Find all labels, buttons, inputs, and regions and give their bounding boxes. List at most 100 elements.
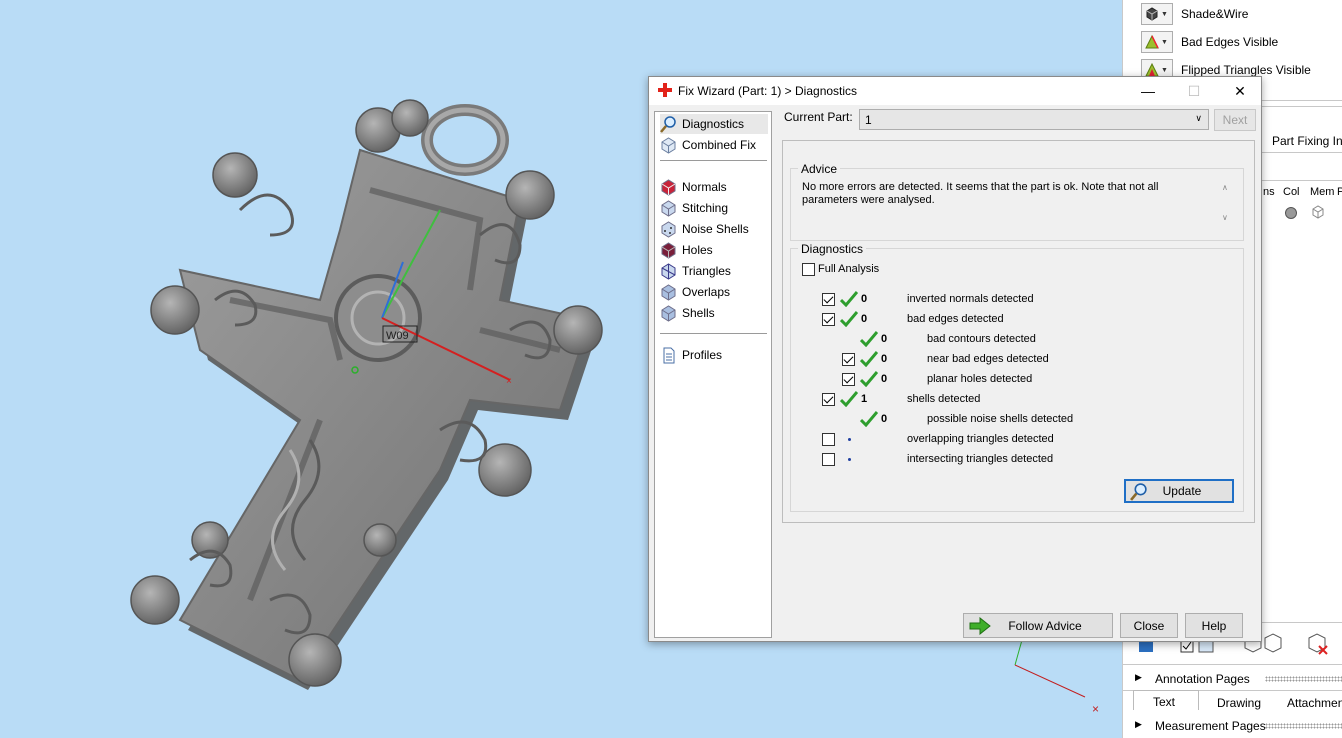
row-count: 0 xyxy=(861,293,868,305)
cube-icon xyxy=(661,136,676,154)
current-part-label: Current Part: xyxy=(784,110,853,124)
viewport-label-tag: W09 xyxy=(386,330,409,342)
dialog-titlebar[interactable]: Fix Wizard (Part: 1) > Diagnostics — ☐ ✕ xyxy=(649,77,1261,105)
nav-item-label: Stitching xyxy=(682,201,729,215)
close-window-button[interactable]: ✕ xyxy=(1217,77,1263,105)
row-label: inverted normals detected xyxy=(907,293,1034,305)
green-check-icon xyxy=(840,311,858,327)
row-count: 0 xyxy=(881,333,888,345)
close-button[interactable]: Close xyxy=(1120,613,1178,638)
green-check-icon xyxy=(860,331,878,347)
annotation-pages-header[interactable]: Annotation Pages xyxy=(1155,672,1250,686)
shade-wire-toggle[interactable]: ▼ Shade&Wire xyxy=(1141,2,1248,26)
nav-item-holes[interactable]: Holes xyxy=(660,240,768,260)
magnifier-icon xyxy=(1130,483,1147,501)
update-label: Update xyxy=(1162,484,1202,498)
expand-measurement-icon[interactable]: ▶ xyxy=(1135,719,1142,730)
row-label: near bad edges detected xyxy=(927,353,1049,365)
nav-item-label: Shells xyxy=(682,306,715,320)
green-check-icon xyxy=(860,351,878,367)
advice-box: No more errors are detected. It seems th… xyxy=(792,177,1234,235)
maximize-button[interactable]: ☐ xyxy=(1171,77,1217,105)
wizard-nav: Diagnostics Combined Fix Normals Stitchi… xyxy=(654,111,772,638)
full-analysis-label: Full Analysis xyxy=(818,263,880,275)
nav-item-profiles[interactable]: Profiles xyxy=(660,345,768,365)
row-checkbox-shells[interactable] xyxy=(822,393,835,406)
flipped-triangles-label: Flipped Triangles Visible xyxy=(1181,63,1311,77)
green-check-icon xyxy=(840,291,858,307)
red-cross-icon xyxy=(658,83,672,97)
green-check-icon xyxy=(860,371,878,387)
row-count: 0 xyxy=(881,413,888,425)
column-header-mem[interactable]: Mem xyxy=(1310,186,1334,198)
nav-item-diagnostics[interactable]: Diagnostics xyxy=(660,114,768,134)
overlaps-icon xyxy=(661,283,676,301)
fix-wizard-dialog: Fix Wizard (Part: 1) > Diagnostics — ☐ ✕… xyxy=(648,76,1262,642)
nav-item-label: Combined Fix xyxy=(682,138,757,152)
shade-wire-label: Shade&Wire xyxy=(1181,7,1249,21)
column-header-ns[interactable]: ns xyxy=(1263,186,1275,198)
minimize-button[interactable]: — xyxy=(1125,77,1171,105)
row-label: overlapping triangles detected xyxy=(907,433,1054,445)
nav-item-shells[interactable]: Shells xyxy=(660,303,768,323)
column-header-p[interactable]: P xyxy=(1337,186,1342,198)
row-label: planar holes detected xyxy=(927,373,1033,385)
row-checkbox-overlapping-triangles[interactable] xyxy=(822,433,835,446)
follow-advice-label: Follow Advice xyxy=(1008,618,1082,633)
dialog-title: Fix Wizard (Part: 1) > Diagnostics xyxy=(678,84,858,98)
nav-item-combined-fix[interactable]: Combined Fix xyxy=(660,135,768,155)
nav-item-normals[interactable]: Normals xyxy=(660,177,768,197)
nav-item-noise-shells[interactable]: Noise Shells xyxy=(660,219,768,239)
tab-attachments[interactable]: Attachmen xyxy=(1287,696,1342,710)
row-checkbox-near-bad-edges[interactable] xyxy=(842,353,855,366)
not-analysed-dot-icon xyxy=(848,458,851,461)
row-label: bad contours detected xyxy=(927,333,1036,345)
row-count: 0 xyxy=(881,373,888,385)
row-checkbox-planar-holes[interactable] xyxy=(842,373,855,386)
expand-annotation-icon[interactable]: ▶ xyxy=(1135,672,1142,683)
advice-title: Advice xyxy=(798,162,841,176)
bad-edges-icon[interactable]: ▼ xyxy=(1141,31,1173,53)
chevron-down-icon: ∨ xyxy=(1195,113,1202,123)
current-part-select[interactable]: 1 ∨ xyxy=(859,109,1209,130)
nav-item-label: Normals xyxy=(682,180,727,194)
not-analysed-dot-icon xyxy=(848,438,851,441)
nav-item-overlaps[interactable]: Overlaps xyxy=(660,282,768,302)
nav-item-triangles[interactable]: Triangles xyxy=(660,261,768,281)
bad-edges-toggle[interactable]: ▼ Bad Edges Visible xyxy=(1141,30,1278,54)
green-check-icon xyxy=(840,391,858,407)
row-checkbox-intersecting-triangles[interactable] xyxy=(822,453,835,466)
row-label: shells detected xyxy=(907,393,981,405)
stitching-icon xyxy=(661,199,676,217)
column-header-col[interactable]: Col xyxy=(1283,186,1300,198)
row-label: possible noise shells detected xyxy=(927,413,1074,425)
nav-item-label: Diagnostics xyxy=(682,117,745,131)
follow-advice-button[interactable]: Follow Advice xyxy=(963,613,1113,638)
row-label: intersecting triangles detected xyxy=(907,453,1054,465)
measurement-pages-header[interactable]: Measurement Pages xyxy=(1155,719,1266,733)
row-label: bad edges detected xyxy=(907,313,1004,325)
nav-item-label: Triangles xyxy=(682,264,731,278)
noise-shells-icon xyxy=(661,220,676,238)
next-button[interactable]: Next xyxy=(1214,109,1256,131)
update-button[interactable]: Update xyxy=(1124,479,1234,503)
nav-item-label: Overlaps xyxy=(682,285,731,299)
bad-edges-label: Bad Edges Visible xyxy=(1181,35,1279,49)
green-arrow-icon xyxy=(969,617,991,635)
tab-drawing[interactable]: Drawing xyxy=(1217,696,1261,710)
advice-scrollbar[interactable]: ∧ ∨ xyxy=(1220,177,1234,235)
color-dot-icon xyxy=(1285,207,1297,219)
nav-item-label: Profiles xyxy=(682,348,723,362)
shade-wire-icon[interactable]: ▼ xyxy=(1141,3,1173,25)
full-analysis-checkbox[interactable] xyxy=(802,263,815,276)
current-part-value: 1 xyxy=(865,113,872,127)
row-count: 0 xyxy=(881,353,888,365)
holes-icon xyxy=(661,241,676,259)
advice-text: No more errors are detected. It seems th… xyxy=(802,181,1159,206)
row-checkbox-inverted-normals[interactable] xyxy=(822,293,835,306)
svg-text:×: × xyxy=(1092,702,1099,716)
nav-item-stitching[interactable]: Stitching xyxy=(660,198,768,218)
tab-part-fixing-info[interactable]: Part Fixing Inf xyxy=(1272,134,1342,148)
help-button[interactable]: Help xyxy=(1185,613,1243,638)
row-checkbox-bad-edges[interactable] xyxy=(822,313,835,326)
